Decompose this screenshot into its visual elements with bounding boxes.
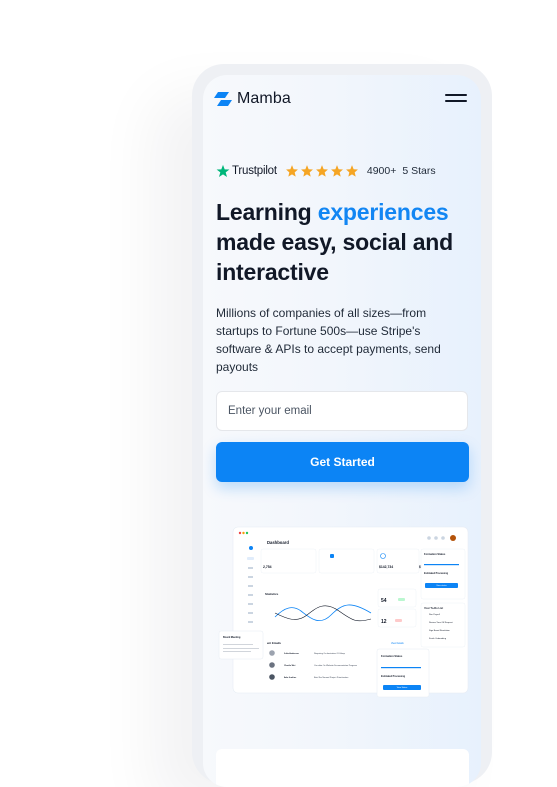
star-icon <box>345 165 358 177</box>
meeting-card-title: Board Meeting <box>223 636 241 639</box>
dashboard-preview: Dashboard 2,754 $142,734 $5,451.56 Forma… <box>218 526 469 698</box>
star-rating <box>285 164 359 178</box>
mamba-logo-icon <box>214 92 232 106</box>
hamburger-menu-icon[interactable] <box>445 91 467 105</box>
email-subject: Brief For Nomad Project Prioritization <box>314 676 349 679</box>
float-card-button: View Status <box>397 686 408 689</box>
rating-label: 5 Stars <box>402 165 436 177</box>
star-icon <box>315 165 328 177</box>
side-card-button: View status <box>436 584 446 587</box>
star-icon <box>330 165 343 177</box>
trustpilot-star-icon <box>216 164 230 178</box>
stat-value: 2,754 <box>263 565 272 569</box>
brand-name: Mamba <box>237 90 291 107</box>
todo-item: Run Payroll <box>429 613 440 616</box>
hero-title-part1: Learning <box>216 199 312 225</box>
hero-title-accent: experiences <box>317 199 449 225</box>
todo-item: Finish Onboarding <box>429 637 447 640</box>
brand-logo[interactable]: Mamba <box>213 90 291 108</box>
email-subject: Circulate On Website Documentation Progr… <box>314 664 357 667</box>
emails-table-title: ent Emails <box>267 641 281 645</box>
emails-view-details-link: View Details <box>391 642 404 645</box>
todo-item: Review Time Off Request <box>429 621 453 624</box>
email-sender: Ada Jenkins <box>284 676 297 679</box>
star-icon <box>300 165 313 177</box>
hero-title-part2: made easy, social and interactive <box>216 229 453 285</box>
phone-screen: Mamba Trustpilot 4900+ 5 Stars Learning … <box>203 75 481 787</box>
kpi-primary: 54 <box>381 598 387 604</box>
side-card-title: Formation Status <box>424 552 446 556</box>
trustpilot-logo: Trustpilot <box>216 164 277 178</box>
float-card-title: Formation Status <box>381 654 403 658</box>
kpi-secondary: 12 <box>381 619 387 625</box>
trustpilot-name: Trustpilot <box>232 165 277 177</box>
hero-description: Millions of companies of all sizes—from … <box>216 306 441 374</box>
header: Mamba <box>203 75 481 123</box>
email-subject: Requiring Orchestration Of Urbep <box>314 652 346 655</box>
todo-item: Sign Board Resolution <box>429 629 451 632</box>
star-icon <box>285 165 298 177</box>
email-sender: Julia Anderson <box>284 652 300 655</box>
statistics-title: Statistics <box>265 592 279 596</box>
float-card-subtitle: Estimated Processing <box>381 675 406 678</box>
email-sender: Charlie Wei <box>284 664 296 667</box>
email-field[interactable] <box>216 391 468 431</box>
dashboard-title: Dashboard <box>267 540 289 545</box>
get-started-button[interactable]: Get Started <box>216 442 469 482</box>
hero-title: Learning experiences made easy, social a… <box>216 197 478 287</box>
bottom-card <box>216 749 469 787</box>
rating-row: Trustpilot 4900+ 5 Stars <box>216 163 436 179</box>
rating-count: 4900+ <box>366 165 397 177</box>
side-card-subtitle: Estimated Processing <box>424 572 449 575</box>
stat-value: $142,734 <box>379 565 393 569</box>
todo-title: Your To-Do List <box>424 606 443 610</box>
